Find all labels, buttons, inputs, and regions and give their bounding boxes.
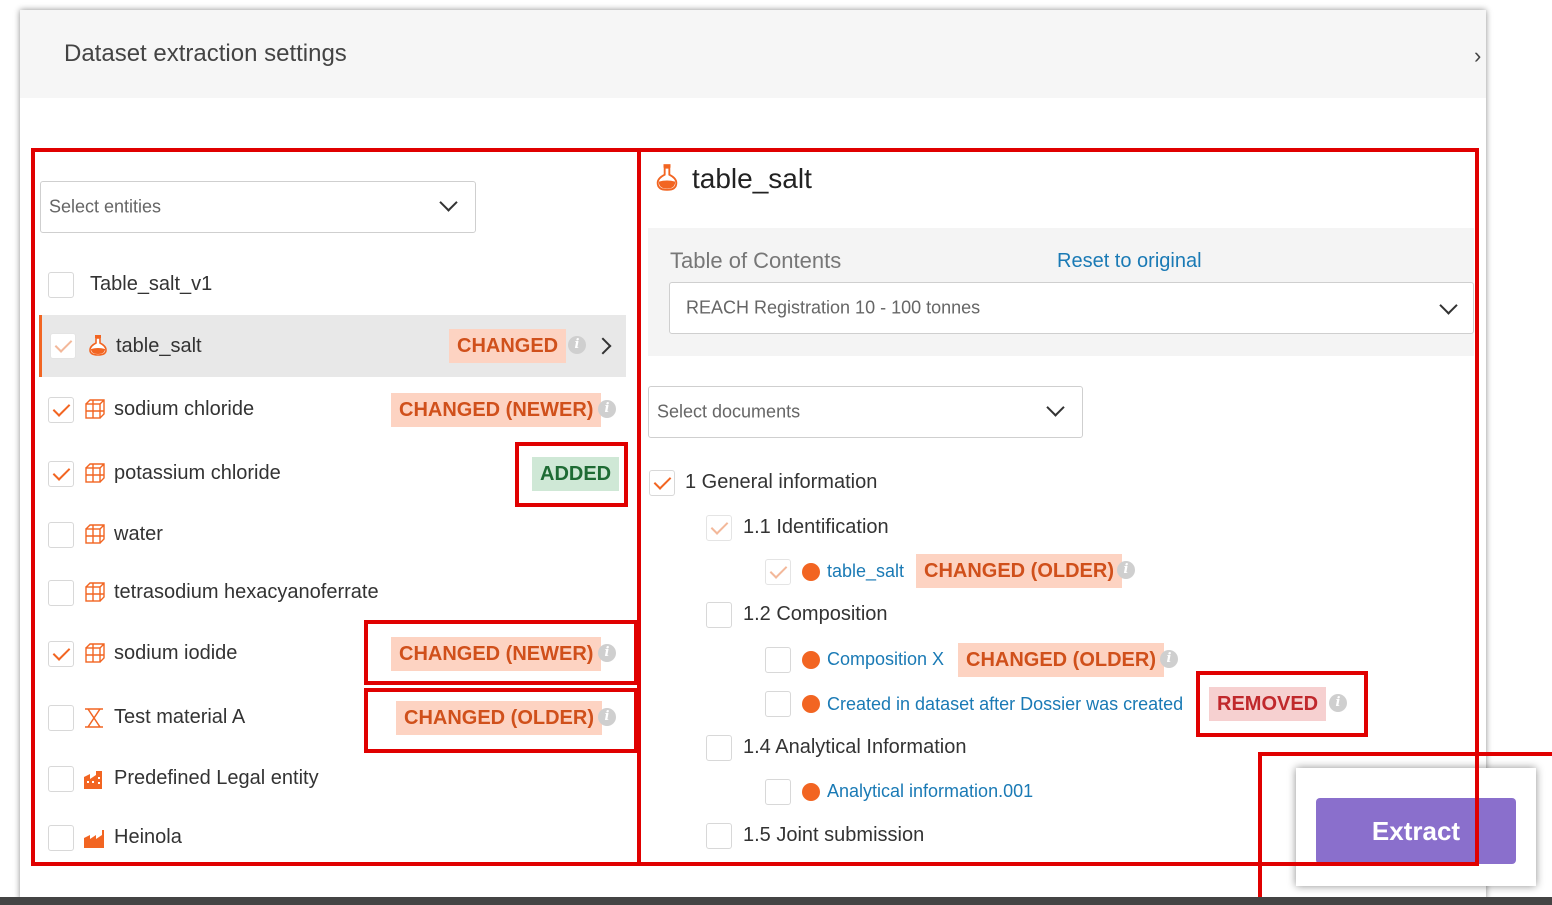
highlight-removed-tag [1196,671,1368,737]
highlight-right-panel [637,148,1479,866]
highlight-added-tag [515,442,628,507]
highlight-newer-tag [364,620,638,685]
close-icon[interactable]: › [1474,43,1481,69]
bottom-bar [0,897,1552,905]
highlight-older-tag [364,688,638,753]
highlight-extract-left [1258,752,1262,905]
highlight-extract-top [1258,752,1552,756]
highlight-left-panel [31,148,641,866]
dialog-title: Dataset extraction settings [64,40,347,67]
